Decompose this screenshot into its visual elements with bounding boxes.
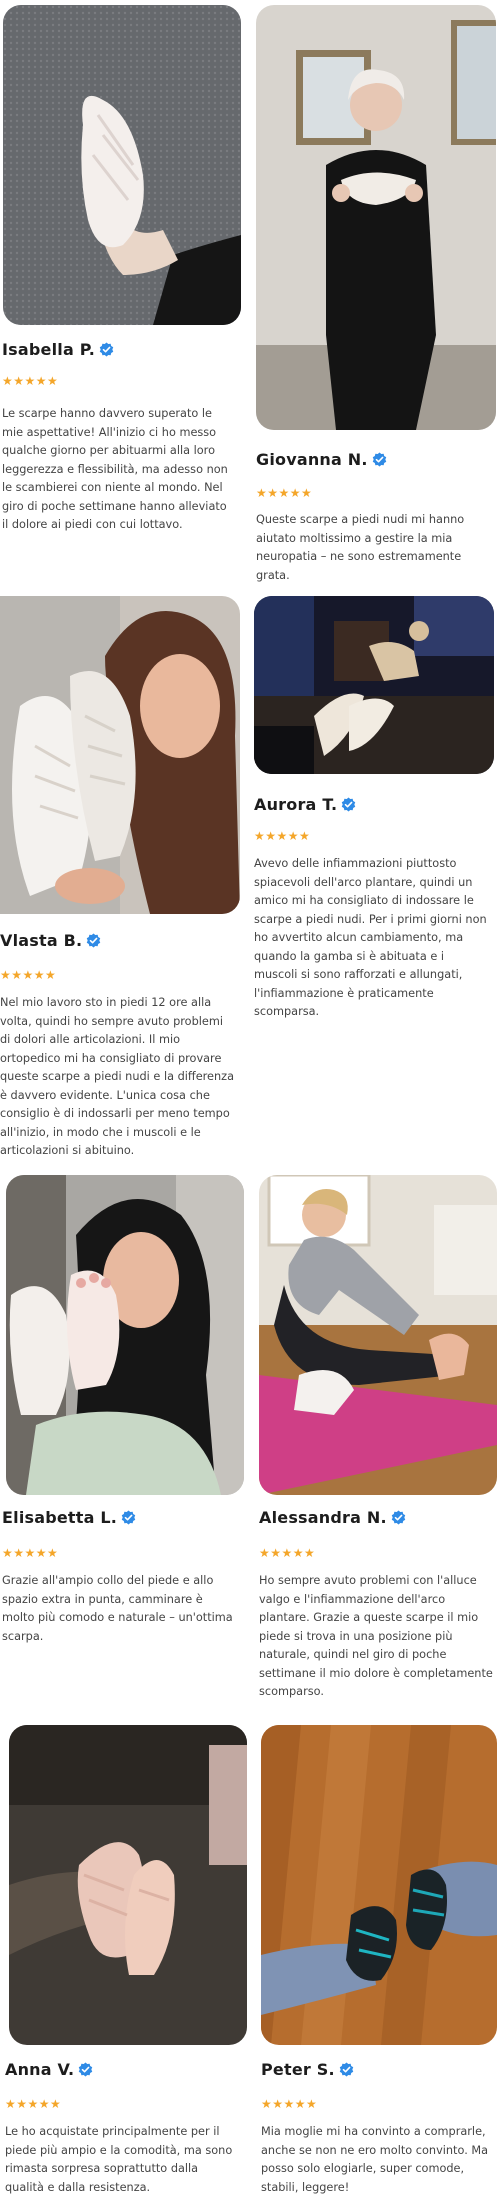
review-text: Avevo delle infiammazioni piuttosto spia… bbox=[254, 857, 487, 1018]
rating-stars: ★★★★★ bbox=[254, 829, 311, 843]
review-text: Nel mio lavoro sto in piedi 12 ore alla … bbox=[0, 996, 235, 1157]
review-text: Le ho acquistate principalmente per il p… bbox=[5, 2125, 233, 2194]
review-photo[interactable] bbox=[0, 596, 240, 914]
rating-stars: ★★★★★ bbox=[2, 374, 59, 388]
verified-badge-icon bbox=[338, 2062, 354, 2077]
rating-stars: ★★★★★ bbox=[5, 2097, 62, 2111]
review-photo[interactable] bbox=[254, 596, 494, 774]
rating-stars: ★★★★★ bbox=[0, 968, 57, 982]
rating-stars: ★★★★★ bbox=[259, 1546, 316, 1560]
reviewer-name: Giovanna N. bbox=[256, 450, 387, 469]
review-text: Mia moglie mi ha convinto a comprarle, a… bbox=[261, 2125, 489, 2194]
reviewer-name: Alessandra N. bbox=[259, 1508, 406, 1527]
review-photo[interactable] bbox=[3, 5, 241, 325]
review-photo[interactable] bbox=[261, 1725, 497, 2045]
review-photo[interactable] bbox=[259, 1175, 497, 1495]
verified-badge-icon bbox=[390, 1510, 406, 1525]
verified-badge-icon bbox=[371, 452, 387, 467]
review-photo[interactable] bbox=[9, 1725, 247, 2045]
reviewer-name: Elisabetta L. bbox=[2, 1508, 137, 1527]
review-text: Grazie all'ampio collo del piede e allo … bbox=[2, 1574, 233, 1643]
verified-badge-icon bbox=[341, 797, 357, 812]
reviewer-name: Anna V. bbox=[5, 2060, 94, 2079]
review-photo[interactable] bbox=[6, 1175, 244, 1495]
review-text: Le scarpe hanno davvero superato le mie … bbox=[2, 407, 228, 531]
rating-stars: ★★★★★ bbox=[2, 1546, 59, 1560]
reviewer-name: Peter S. bbox=[261, 2060, 354, 2079]
review-photo[interactable] bbox=[256, 5, 496, 430]
verified-badge-icon bbox=[78, 2062, 94, 2077]
verified-badge-icon bbox=[98, 342, 114, 357]
rating-stars: ★★★★★ bbox=[256, 486, 313, 500]
reviewer-name: Vlasta B. bbox=[0, 931, 102, 950]
review-text: Queste scarpe a piedi nudi mi hanno aiut… bbox=[256, 513, 465, 582]
verified-badge-icon bbox=[86, 933, 102, 948]
verified-badge-icon bbox=[121, 1510, 137, 1525]
reviewer-name: Aurora T. bbox=[254, 795, 357, 814]
review-text: Ho sempre avuto problemi con l'alluce va… bbox=[259, 1574, 493, 1698]
reviewer-name: Isabella P. bbox=[2, 340, 114, 359]
rating-stars: ★★★★★ bbox=[261, 2097, 318, 2111]
